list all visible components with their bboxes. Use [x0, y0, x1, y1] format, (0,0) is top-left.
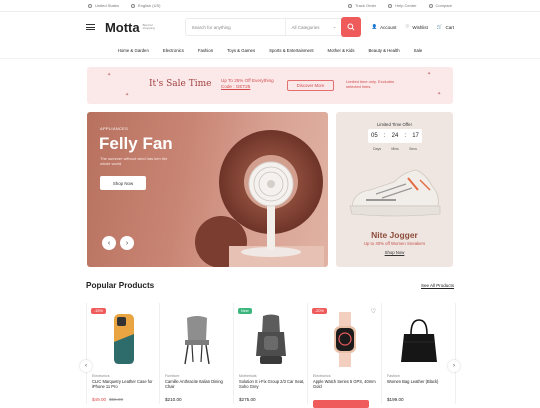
promo-shop-now-link[interactable]: Shop Now	[336, 250, 453, 255]
countdown-timer: 05: 24: 17	[368, 129, 422, 143]
track-order-link[interactable]: Track Order	[348, 3, 376, 8]
truck-icon	[348, 3, 353, 8]
compare-icon	[428, 3, 433, 8]
heart-icon: ♡	[405, 24, 410, 29]
product-category: Furniture	[165, 374, 180, 378]
limited-offer-title: Limited Time Offer	[376, 122, 413, 127]
hero-description: The summer without wind has ken the whol…	[100, 156, 168, 166]
nav-item-sale[interactable]: Sale	[414, 48, 423, 53]
sparkle-icon: ✦	[427, 71, 432, 77]
product-carousel: -15% Electronics CLIC Marquetry Leather …	[86, 303, 456, 408]
product-category: Electronics	[313, 374, 331, 378]
search-icon	[347, 23, 355, 31]
car-seat-image	[256, 314, 286, 364]
search-button[interactable]	[341, 17, 362, 37]
product-card[interactable]: New Motherkids Solution S i-Fix Group 2/…	[234, 303, 308, 404]
bag-image	[401, 319, 437, 362]
wishlist-heart-icon[interactable]: ♡	[371, 308, 376, 315]
sparkle-icon: ✦	[125, 92, 130, 98]
section-title: Popular Products	[86, 281, 155, 290]
product-name[interactable]: Camille Anthracite Italian Dining Chair	[165, 379, 231, 389]
nav-item-beauty-health[interactable]: Beauty & Health	[369, 48, 400, 53]
product-category: Fashion	[387, 374, 400, 378]
account-link[interactable]: 👤 Account	[371, 24, 396, 30]
product-name[interactable]: Solution S i-Fix Group 2/3 Car Seat, Soh…	[239, 379, 305, 389]
category-select[interactable]: All Categories ⌄	[285, 19, 341, 35]
promo-product-name: Nite Jogger	[371, 230, 418, 240]
search-bar: Search for anything All Categories ⌄	[184, 17, 362, 37]
sale-title: It's Sale Time	[149, 79, 212, 89]
language-selector[interactable]: English (US)	[131, 3, 160, 8]
hero-title: Felly Fan	[99, 134, 173, 153]
product-name[interactable]: Women Bag Leather (Black)	[387, 379, 453, 384]
hero-shop-now-button[interactable]: Shop Now	[100, 176, 146, 190]
limited-offer-card: Limited Time Offer 05: 24: 17 Days Mins …	[336, 112, 453, 267]
cart-icon: 🛒	[436, 24, 443, 29]
user-icon: 👤	[371, 24, 378, 29]
chevron-down-icon: ⌄	[332, 24, 337, 29]
header: Motta Best for shopping Search for anythi…	[0, 12, 540, 42]
fan-product-image	[195, 130, 324, 267]
globe-icon	[88, 3, 92, 8]
next-slide-button[interactable]: ›	[120, 236, 134, 250]
add-to-cart-button[interactable]	[313, 400, 369, 408]
product-category: Electronics	[92, 374, 110, 378]
search-input[interactable]: Search for anything	[186, 25, 286, 30]
product-name[interactable]: CLIC Marquetry Leather Case for iPhone 1…	[92, 379, 158, 389]
sale-note: Limited time only. Excludes selected lin…	[346, 79, 395, 89]
see-all-products-link[interactable]: See All Products	[421, 283, 454, 288]
promo-subtitle: Up to 40% off Women Sneakers	[363, 241, 426, 246]
product-price: $210.00	[165, 397, 182, 402]
nav-item-toys-games[interactable]: Toys & Games	[227, 48, 255, 53]
watch-image	[334, 312, 356, 367]
prev-slide-button[interactable]: ‹	[102, 236, 116, 250]
product-price: $275.00	[239, 397, 256, 402]
sparkle-icon: ✦	[107, 72, 112, 78]
nav-item-mother-kids[interactable]: Mother & Kids	[328, 48, 355, 53]
carousel-next-button[interactable]: ›	[448, 360, 460, 372]
main-nav: Home & Garden Electronics Fashion Toys &…	[0, 42, 540, 59]
sneaker-product-image	[349, 169, 441, 217]
countdown-units: Days Mins Secs	[373, 147, 417, 151]
top-bar: United States English (US) Track Order H…	[0, 0, 540, 12]
product-card[interactable]: -15% Electronics CLIC Marquetry Leather …	[86, 303, 160, 404]
product-price: $199.00	[387, 397, 404, 402]
discover-more-button[interactable]: Discover More	[287, 80, 334, 91]
product-name[interactable]: Apple Watch Series 5 GPS, 40mm Gold	[313, 379, 379, 389]
compare-link[interactable]: Compare	[428, 3, 452, 8]
chair-image	[184, 316, 210, 365]
phone-case-image	[114, 314, 134, 364]
product-price: $49.00 $55.00	[92, 397, 124, 402]
nav-item-home-garden[interactable]: Home & Garden	[118, 48, 149, 53]
nav-item-sports[interactable]: Sports & Entertainment	[269, 48, 313, 53]
country-selector[interactable]: United States	[88, 3, 119, 8]
cart-link[interactable]: 🛒 Cart	[437, 24, 454, 30]
help-center-link[interactable]: Help Center	[388, 3, 417, 8]
logo[interactable]: Motta Best for shopping	[105, 20, 163, 35]
language-icon	[131, 3, 136, 8]
sparkle-icon: ✦	[437, 91, 442, 97]
hero-category: APPLIANCES	[100, 126, 129, 131]
help-icon	[388, 3, 393, 8]
nav-item-fashion[interactable]: Fashion	[198, 48, 213, 53]
wishlist-link[interactable]: ♡ Wishlist	[405, 24, 428, 30]
product-category: Motherkids	[239, 374, 257, 378]
sale-banner: ✦ ✦ ✦ ✦ It's Sale Time Up To 25% Off Eve…	[87, 67, 453, 104]
logo-tagline: Best for shopping	[142, 22, 155, 30]
product-card[interactable]: Fashion Women Bag Leather (Black) $199.0…	[382, 303, 456, 404]
nav-item-electronics[interactable]: Electronics	[163, 48, 184, 53]
hero-slider: APPLIANCES Felly Fan The summer without …	[87, 112, 328, 267]
product-card[interactable]: Furniture Camille Anthracite Italian Din…	[160, 303, 234, 404]
menu-icon[interactable]	[86, 24, 95, 30]
product-card[interactable]: -20% ♡ Electronics Apple Watch Series 5 …	[308, 303, 382, 408]
carousel-prev-button[interactable]: ‹	[80, 360, 92, 372]
